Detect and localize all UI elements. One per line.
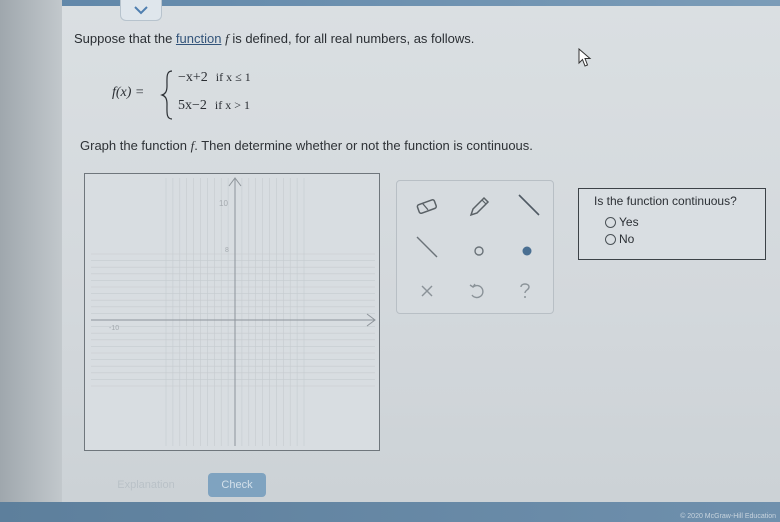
option-yes-label: Yes (619, 215, 639, 229)
prompt-text-end: is defined, for all real numbers, as fol… (228, 31, 475, 46)
pencil-icon (469, 196, 490, 217)
option-no[interactable]: No (605, 232, 634, 246)
radio-yes[interactable] (605, 216, 616, 228)
graphing-toolbox (396, 180, 554, 314)
case1-condition: if x ≤ 1 (215, 70, 251, 84)
closed-point-tool[interactable] (513, 237, 541, 265)
window-left-edge (0, 0, 62, 522)
collapse-tab[interactable] (120, 0, 162, 21)
function-link[interactable]: function (176, 31, 222, 46)
y-tick-label-mid: 8 (225, 247, 229, 254)
coordinate-grid[interactable]: 10 8 -10 (85, 174, 379, 450)
explanation-button[interactable]: Explanation (108, 473, 184, 497)
clear-icon (421, 285, 433, 297)
instruction-end: . Then determine whether or not the func… (194, 138, 533, 153)
closed-point-icon (522, 246, 532, 256)
copyright-footer: © 2020 McGraw-Hill Education (680, 513, 776, 520)
ray-tool[interactable] (413, 233, 441, 261)
case2-expression: 5x−2 (178, 98, 207, 113)
radio-no[interactable] (605, 233, 616, 245)
chevron-down-icon (134, 6, 148, 15)
x-tick-label-left: -10 (109, 325, 119, 332)
help-button[interactable] (511, 277, 539, 305)
grid-lines (91, 178, 375, 446)
piecewise-case-1: −x+2 if x ≤ 1 (178, 70, 251, 86)
piecewise-lhs: f(x) = (112, 85, 145, 100)
check-button[interactable]: Check (208, 473, 266, 497)
graphing-canvas[interactable]: 10 8 -10 (84, 173, 380, 451)
window-bottom-bar (0, 502, 780, 522)
problem-statement: Suppose that the function f is defined, … (74, 31, 474, 47)
case2-condition: if x > 1 (214, 98, 251, 112)
continuity-question: Is the function continuous? Yes No (578, 188, 766, 260)
eraser-tool[interactable] (413, 193, 441, 221)
piecewise-case-2: 5x−2 if x > 1 (178, 98, 250, 114)
undo-icon (469, 283, 484, 299)
instruction-start: Graph the function (80, 138, 191, 153)
ray-tool-icon (416, 236, 438, 258)
instruction-text: Graph the function f. Then determine whe… (80, 138, 533, 154)
eraser-icon (416, 199, 438, 215)
open-point-tool[interactable] (465, 237, 493, 265)
line-tool-icon (518, 194, 540, 216)
mouse-cursor-icon (578, 48, 592, 67)
y-tick-label-top: 10 (219, 199, 228, 208)
case1-expression: −x+2 (178, 70, 208, 85)
line-segment-tool[interactable] (515, 191, 543, 219)
question-title: Is the function continuous? (594, 194, 737, 208)
prompt-text-start: Suppose that the (74, 31, 176, 46)
option-yes[interactable]: Yes (605, 215, 639, 229)
pencil-tool[interactable] (465, 193, 493, 221)
open-point-icon (474, 246, 484, 256)
help-icon (520, 283, 530, 298)
option-no-label: No (619, 232, 635, 246)
left-brace-icon (160, 70, 173, 120)
undo-button[interactable] (463, 277, 491, 305)
clear-button[interactable] (413, 277, 441, 305)
